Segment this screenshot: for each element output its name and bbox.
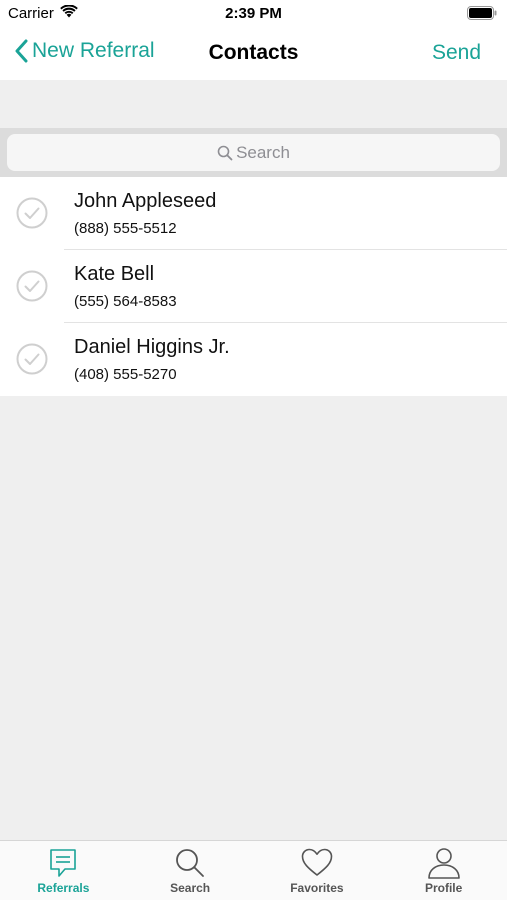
back-button[interactable]: New Referral — [14, 39, 155, 63]
contact-row[interactable]: John Appleseed (888) 555-5512 — [0, 177, 507, 250]
tab-profile[interactable]: Profile — [380, 841, 507, 900]
chat-bubble-icon — [50, 849, 77, 877]
back-button-label: New Referral — [32, 39, 155, 62]
search-bar: Search — [0, 128, 507, 177]
contact-row[interactable]: Kate Bell (555) 564-8583 — [0, 250, 507, 323]
contact-list: John Appleseed (888) 555-5512 Kate Bell … — [0, 177, 507, 396]
tab-referrals[interactable]: Referrals — [0, 841, 127, 900]
tab-label: Favorites — [290, 881, 344, 895]
tab-favorites[interactable]: Favorites — [254, 841, 381, 900]
person-icon — [427, 848, 460, 879]
checkmark-circle-icon[interactable] — [16, 343, 48, 380]
tab-bar: Referrals Search Favorites Profile — [0, 840, 507, 900]
checkmark-circle-icon[interactable] — [16, 270, 48, 307]
tab-label: Referrals — [37, 881, 90, 895]
contact-name: John Appleseed — [74, 190, 217, 212]
heart-icon — [301, 848, 333, 876]
status-time: 2:39 PM — [225, 5, 282, 22]
search-placeholder: Search — [236, 142, 290, 162]
search-icon — [217, 145, 233, 160]
magnifier-icon — [176, 849, 205, 877]
contact-phone: (408) 555-5270 — [74, 366, 177, 383]
tab-label: Profile — [424, 881, 463, 895]
contact-name: Kate Bell — [74, 263, 155, 285]
contact-phone: (888) 555-5512 — [74, 220, 177, 237]
status-bar: Carrier 2:39 PM — [0, 0, 507, 28]
search-input[interactable]: Search — [7, 134, 500, 171]
send-button[interactable]: Send — [432, 41, 481, 65]
contact-name: Daniel Higgins Jr. — [74, 336, 230, 358]
tab-label: Search — [170, 881, 211, 895]
screen: Carrier 2:39 PM New Referral Contacts Se… — [0, 0, 507, 900]
tab-search[interactable]: Search — [127, 841, 254, 900]
contact-phone: (555) 564-8583 — [74, 293, 177, 310]
checkmark-circle-icon[interactable] — [16, 197, 48, 234]
battery-icon — [467, 6, 497, 24]
contact-row[interactable]: Daniel Higgins Jr. (408) 555-5270 — [0, 323, 507, 396]
chevron-left-icon — [15, 39, 28, 63]
navigation-bar: New Referral Contacts Send — [0, 28, 507, 80]
